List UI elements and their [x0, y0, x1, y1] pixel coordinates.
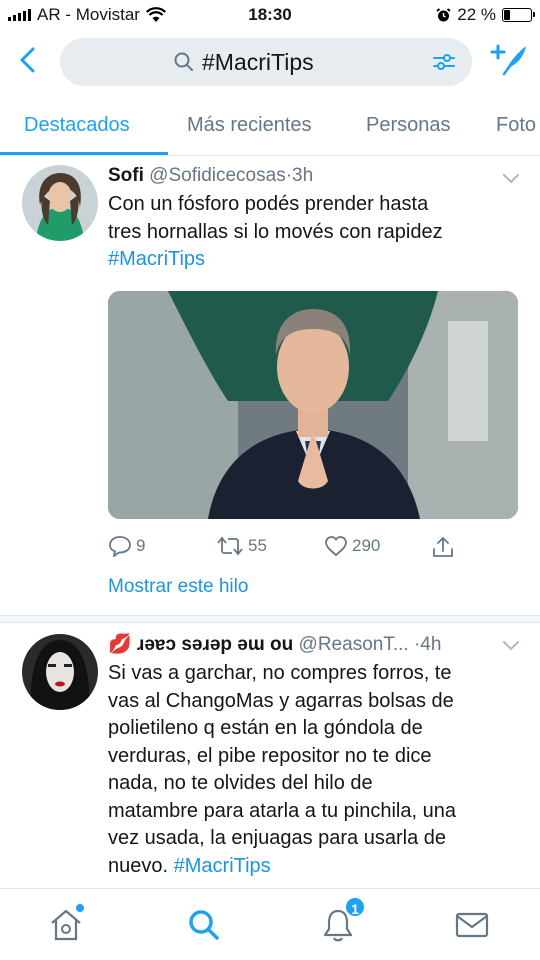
notifications-badge: 1	[344, 896, 366, 918]
video-thumbnail	[108, 291, 518, 519]
search-input[interactable]: #MacriTips	[60, 38, 472, 86]
tweet-text-line: vez usada, la enjuagas para usarla de	[108, 827, 447, 849]
like-button[interactable]: 290	[324, 535, 380, 557]
tweet-text-last-line: nuevo. #MacriTips	[108, 853, 518, 881]
tweet-text: Con un fósforo podés prender hasta tres …	[108, 191, 518, 274]
search-header: #MacriTips	[0, 34, 540, 90]
status-bar: AR - Movistar 18:30 22 %	[0, 0, 540, 30]
author-name[interactable]: ɹǝɐɔ sǝɹǝp ǝɯ ou	[137, 634, 293, 655]
search-tabs: Destacados Más recientes Personas Foto	[0, 104, 540, 156]
reply-count: 9	[136, 536, 146, 555]
tab-fotos[interactable]: Foto	[496, 114, 536, 137]
show-thread-link[interactable]: Mostrar este hilo	[108, 576, 248, 598]
tweet-actions: 9 55 290	[108, 535, 518, 565]
author-handle[interactable]: @Sofidicecosas	[149, 165, 286, 186]
share-icon	[433, 536, 453, 557]
retweet-count: 55	[248, 536, 267, 555]
home-new-dot	[76, 904, 84, 912]
tweet-header: Sofi @Sofidicecosas·3h	[108, 165, 313, 187]
retweet-button[interactable]: 55	[216, 535, 267, 557]
active-tab-indicator	[0, 152, 168, 155]
bottom-navigation	[0, 888, 540, 960]
author-handle[interactable]: @ReasonT...	[299, 634, 409, 655]
tweet-text-line: nuevo.	[108, 854, 169, 877]
like-count: 290	[352, 536, 381, 555]
tweet[interactable]: 💋 ɹǝɐɔ sǝɹǝp ǝɯ ou @ReasonT... ·4h Si va…	[0, 624, 540, 888]
battery-icon	[502, 8, 535, 22]
tab-destacados[interactable]: Destacados	[24, 114, 130, 137]
lips-emoji: 💋	[108, 634, 132, 655]
tweet-time: 4h	[420, 634, 442, 655]
search-query: #MacriTips	[202, 49, 314, 75]
tweet-text-line: matambre para atarla a tu pinchila, una	[108, 799, 456, 822]
tweet-text-line: tres hornallas si lo movés con rapidez	[108, 220, 443, 243]
tweet[interactable]: Sofi @Sofidicecosas·3h Con un fósforo po…	[0, 157, 540, 615]
alarm-icon	[436, 7, 451, 21]
tweet-separator	[0, 615, 540, 623]
compose-tweet-icon[interactable]	[490, 42, 528, 78]
share-button[interactable]	[432, 535, 454, 559]
search-icon	[174, 52, 193, 71]
tweet-text-line: polietileno q están en la góndola de	[108, 717, 423, 739]
tweet-text-line: Si vas a garchar, no compres forros, te	[108, 662, 452, 684]
avatar[interactable]	[22, 634, 98, 710]
tweet-text-line: nada, no te olvides del hilo de	[108, 772, 373, 794]
tweet-time: 3h	[292, 165, 314, 186]
retweet-icon	[217, 536, 243, 556]
tweet-media-video[interactable]	[108, 291, 518, 519]
back-arrow-icon[interactable]	[14, 44, 44, 76]
avatar[interactable]	[22, 165, 98, 241]
hashtag-link[interactable]: #MacriTips	[174, 855, 271, 877]
battery-percent: 22 %	[457, 5, 496, 24]
messages-mail-icon[interactable]	[452, 905, 492, 945]
author-name[interactable]: Sofi	[108, 165, 144, 186]
search-icon[interactable]	[184, 905, 224, 945]
tab-personas[interactable]: Personas	[366, 114, 451, 137]
tab-mas-recientes[interactable]: Más recientes	[187, 114, 312, 137]
tweet-text-line: vas al ChangoMas y agarras bolsas de	[108, 689, 454, 712]
chevron-down-icon[interactable]	[502, 640, 520, 652]
tweet-header: 💋 ɹǝɐɔ sǝɹǝp ǝɯ ou @ReasonT... ·4h	[108, 632, 441, 656]
reply-icon	[109, 536, 131, 557]
heart-icon	[325, 536, 347, 557]
tweet-text-line: verduras, el pibe repositor no te dice	[108, 744, 432, 767]
chevron-down-icon[interactable]	[502, 173, 520, 185]
tweet-text: Si vas a garchar, no compres forros, te …	[108, 660, 518, 880]
hashtag-link[interactable]: #MacriTips	[108, 246, 518, 274]
reply-button[interactable]: 9	[108, 535, 145, 557]
tweet-text-line: Con un fósforo podés prender hasta	[108, 193, 429, 215]
filter-settings-icon[interactable]	[432, 51, 456, 73]
